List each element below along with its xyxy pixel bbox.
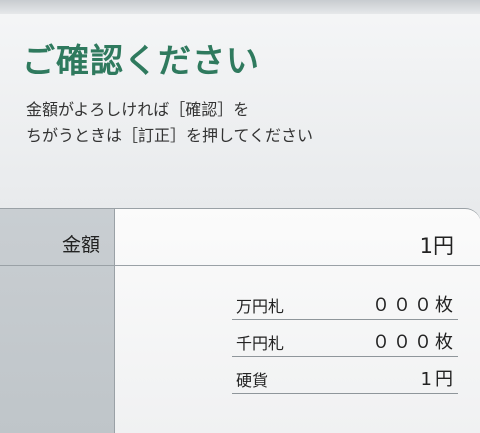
confirmation-screen: ご確認ください 金額がよろしければ［確認］を ちがうときは［訂正］を押してくださ…: [0, 0, 480, 433]
breakdown-row-10000-yen: 万円札 ０００枚: [232, 289, 458, 320]
breakdown-label: 万円札: [236, 297, 285, 316]
breakdown-row-coins: 硬貨 1円: [232, 363, 458, 394]
instruction-line-2: ちがうときは［訂正］を押してください: [26, 126, 314, 145]
screen-bezel: [0, 0, 480, 14]
amount-value: 1円: [419, 234, 454, 258]
instruction-line-1: 金額がよろしければ［確認］を: [26, 100, 250, 119]
breakdown-label: 硬貨: [236, 371, 269, 390]
amount-panel: 金額 1円: [0, 208, 480, 433]
amount-label: 金額: [62, 234, 101, 256]
breakdown-value: 1円: [420, 369, 456, 390]
breakdown-row-1000-yen: 千円札 ０００枚: [232, 326, 458, 357]
breakdown-value: ０００枚: [372, 332, 456, 353]
breakdown-value: ０００枚: [372, 295, 456, 316]
breakdown-label: 千円札: [236, 334, 285, 353]
amount-divider: [0, 265, 480, 266]
page-title: ご確認ください: [22, 41, 260, 80]
